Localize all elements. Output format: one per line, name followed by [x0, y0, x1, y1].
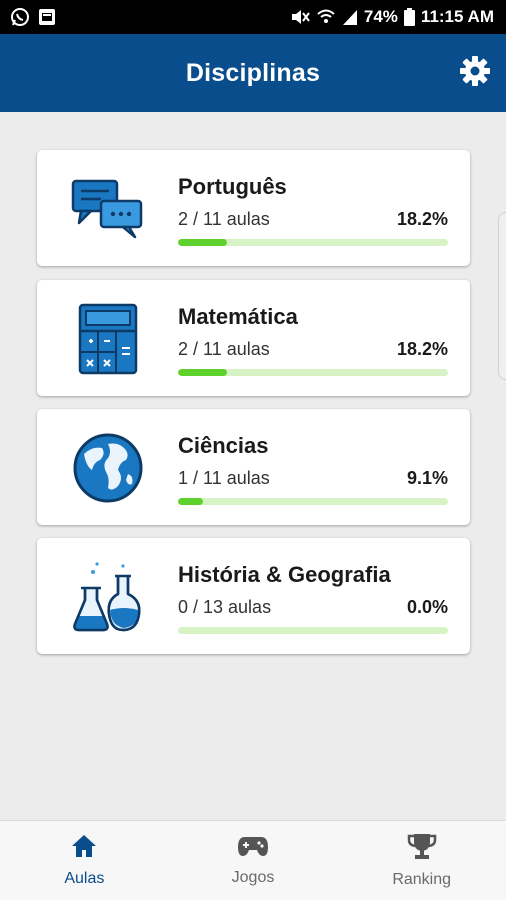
lessons-count: 0 / 13 aulas	[178, 597, 272, 617]
progress-fill	[178, 239, 228, 246]
progress-bar	[178, 369, 448, 376]
subject-title: Português	[178, 174, 287, 199]
nav-label: Aulas	[64, 870, 105, 887]
page-title: Disciplinas	[185, 58, 321, 87]
gallery-icon	[38, 8, 56, 26]
progress-bar	[178, 627, 448, 634]
gear-icon	[459, 55, 491, 92]
battery-percent: 74%	[363, 7, 398, 26]
nav-label: Jogos	[231, 869, 275, 886]
subject-card-portugues[interactable]: Português 2 / 11 aulas 18.2%	[37, 150, 470, 266]
nav-jogos[interactable]: Jogos	[169, 821, 338, 900]
progress-percent: 0.0%	[406, 597, 448, 617]
globe-icon	[71, 431, 145, 505]
subject-title: Ciências	[178, 433, 269, 458]
progress-percent: 18.2%	[396, 209, 448, 229]
status-left	[10, 7, 56, 27]
mute-icon	[290, 8, 310, 26]
subject-title: História & Geografia	[178, 562, 391, 587]
home-icon	[70, 833, 98, 864]
whatsapp-icon	[10, 7, 30, 27]
signal-icon	[342, 8, 358, 26]
lessons-count: 2 / 11 aulas	[178, 209, 270, 229]
subject-card-ciencias[interactable]: Ciências 1 / 11 aulas 9.1%	[37, 409, 470, 525]
nav-ranking[interactable]: Ranking	[337, 821, 506, 900]
nav-aulas[interactable]: Aulas	[0, 821, 169, 900]
chat-bubbles-icon	[71, 172, 145, 246]
subject-card-historia-geografia[interactable]: História & Geografia 0 / 13 aulas 0.0%	[37, 538, 470, 654]
progress-fill	[178, 369, 228, 376]
status-bar: 74% 11:15 AM	[0, 0, 506, 34]
settings-button[interactable]	[458, 55, 492, 92]
gamepad-icon	[237, 834, 269, 863]
trophy-icon	[407, 832, 437, 865]
bottom-navigation: Aulas Jogos Ranking	[0, 820, 506, 900]
clock: 11:15 AM	[420, 7, 494, 26]
progress-percent: 18.2%	[396, 339, 448, 359]
lessons-count: 2 / 11 aulas	[178, 339, 270, 359]
nav-label: Ranking	[392, 871, 452, 888]
wifi-icon	[316, 8, 336, 26]
calculator-icon	[71, 302, 145, 376]
progress-percent: 9.1%	[406, 468, 448, 488]
battery-icon	[403, 8, 415, 26]
progress-fill	[178, 498, 203, 505]
subject-title: Matemática	[178, 304, 298, 329]
progress-bar	[178, 498, 448, 505]
subjects-list: Português 2 / 11 aulas 18.2% Matemática …	[0, 112, 506, 820]
progress-bar	[178, 239, 448, 246]
flasks-icon	[71, 560, 145, 634]
status-right: 74% 11:15 AM	[290, 7, 494, 27]
lessons-count: 1 / 11 aulas	[178, 468, 270, 488]
app-bar: Disciplinas	[0, 34, 506, 112]
side-drawer-handle[interactable]	[498, 212, 506, 380]
subject-card-matematica[interactable]: Matemática 2 / 11 aulas 18.2%	[37, 280, 470, 396]
